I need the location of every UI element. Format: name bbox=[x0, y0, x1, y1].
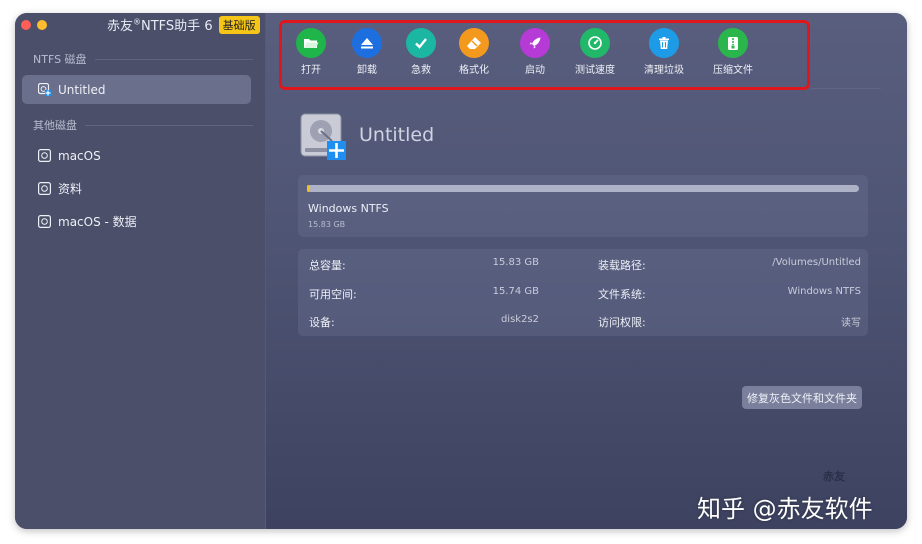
registered-mark: ® bbox=[133, 17, 142, 27]
volume-size: 15.83 GB bbox=[308, 220, 346, 229]
unmount-label: 卸载 bbox=[357, 65, 377, 76]
info-panel: 总容量: 15.83 GB 装载路径: /Volumes/Untitled 可用… bbox=[298, 249, 868, 336]
speedometer-icon bbox=[580, 28, 610, 58]
sidebar: 赤友®NTFS助手 6 基础版 NTFS 磁盘 Untitled 其他磁盘 ma… bbox=[15, 13, 266, 529]
sidebar-item-label: 资料 bbox=[58, 182, 83, 196]
device-value: disk2s2 bbox=[500, 314, 539, 325]
speed-test-button[interactable]: 测试速度 bbox=[575, 28, 615, 76]
unmount-button[interactable]: 卸载 bbox=[352, 28, 382, 76]
sidebar-item-untitled[interactable]: Untitled bbox=[22, 75, 251, 104]
clean-junk-label: 清理垃圾 bbox=[644, 65, 684, 76]
repair-gray-files-button[interactable]: 修复灰色文件和文件夹 bbox=[742, 386, 862, 409]
usage-bar-fill bbox=[307, 185, 311, 192]
access-rights-value: 读写 bbox=[841, 318, 861, 329]
format-label: 格式化 bbox=[459, 65, 489, 76]
sidebar-item-macos-data[interactable]: macOS - 数据 bbox=[22, 207, 251, 236]
eraser-icon bbox=[459, 28, 489, 58]
header-divider bbox=[811, 88, 881, 89]
total-capacity-label: 总容量: bbox=[309, 259, 346, 272]
checkmark-icon bbox=[406, 28, 436, 58]
disk-icon bbox=[38, 215, 51, 228]
mount-path-value: /Volumes/Untitled bbox=[772, 257, 861, 268]
app-title: 赤友®NTFS助手 6 基础版 bbox=[107, 15, 260, 34]
rocket-icon bbox=[520, 28, 550, 58]
disk-icon bbox=[38, 149, 51, 162]
app-title-rest: NTFS助手 6 bbox=[141, 19, 213, 34]
sidebar-item-ziliao[interactable]: 资料 bbox=[22, 174, 251, 203]
compress-button[interactable]: 压缩文件 bbox=[713, 28, 753, 76]
open-label: 打开 bbox=[301, 65, 321, 76]
access-rights-label: 访问权限: bbox=[598, 316, 646, 329]
sidebar-item-label: macOS bbox=[58, 148, 101, 163]
ntfs-disk-icon bbox=[38, 83, 51, 96]
ntfs-section-label: NTFS 磁盘 bbox=[33, 53, 87, 66]
compress-label: 压缩文件 bbox=[713, 65, 753, 76]
usage-bar bbox=[307, 185, 859, 192]
format-button[interactable]: 格式化 bbox=[459, 28, 489, 76]
open-button[interactable]: 打开 bbox=[296, 28, 326, 76]
sidebar-item-macos[interactable]: macOS bbox=[22, 141, 251, 170]
ntfs-section-header: NTFS 磁盘 bbox=[33, 51, 253, 67]
edition-badge: 基础版 bbox=[218, 15, 260, 34]
clean-junk-button[interactable]: 清理垃圾 bbox=[644, 28, 684, 76]
close-window-button[interactable] bbox=[21, 20, 31, 30]
launch-button[interactable]: 启动 bbox=[520, 28, 550, 76]
eject-icon bbox=[352, 28, 382, 58]
total-capacity-value: 15.83 GB bbox=[492, 257, 539, 268]
minimize-window-button[interactable] bbox=[37, 20, 47, 30]
sidebar-item-label: Untitled bbox=[58, 82, 106, 97]
info-row: 总容量: 15.83 GB 装载路径: /Volumes/Untitled bbox=[298, 250, 868, 278]
info-row: 设备: disk2s2 访问权限: 读写 bbox=[298, 307, 868, 335]
brand-watermark: 赤友 bbox=[823, 470, 845, 483]
other-section-label: 其他磁盘 bbox=[33, 119, 77, 132]
launch-label: 启动 bbox=[525, 65, 545, 76]
zip-file-icon bbox=[718, 28, 748, 58]
first-aid-button[interactable]: 急救 bbox=[406, 28, 436, 76]
zhihu-watermark: 知乎 @赤友软件 bbox=[697, 495, 873, 523]
app-title-text: 赤友 bbox=[107, 19, 134, 34]
disk-title: Untitled bbox=[359, 124, 435, 146]
trash-icon bbox=[649, 28, 679, 58]
file-system-value: Windows NTFS bbox=[787, 286, 861, 297]
free-space-label: 可用空间: bbox=[309, 288, 357, 301]
info-row: 可用空间: 15.74 GB 文件系统: Windows NTFS bbox=[298, 279, 868, 307]
hard-disk-icon bbox=[300, 113, 346, 160]
device-label: 设备: bbox=[309, 316, 335, 329]
disk-icon bbox=[38, 182, 51, 195]
volume-name: Windows NTFS bbox=[308, 202, 389, 215]
other-section-header: 其他磁盘 bbox=[33, 117, 253, 133]
speed-test-label: 测试速度 bbox=[575, 65, 615, 76]
first-aid-label: 急救 bbox=[411, 65, 431, 76]
file-system-label: 文件系统: bbox=[598, 288, 646, 301]
app-window: 赤友®NTFS助手 6 基础版 NTFS 磁盘 Untitled 其他磁盘 ma… bbox=[15, 13, 907, 529]
free-space-value: 15.74 GB bbox=[492, 286, 539, 297]
volume-panel: Windows NTFS 15.83 GB bbox=[298, 175, 868, 237]
sidebar-item-label: macOS - 数据 bbox=[58, 215, 137, 229]
folder-open-icon bbox=[296, 28, 326, 58]
main-panel: 打开 卸载 急救 格式化 启动 测试速度 清理垃圾 压缩文件 Untitled … bbox=[266, 13, 907, 529]
mount-path-label: 装载路径: bbox=[598, 259, 646, 272]
